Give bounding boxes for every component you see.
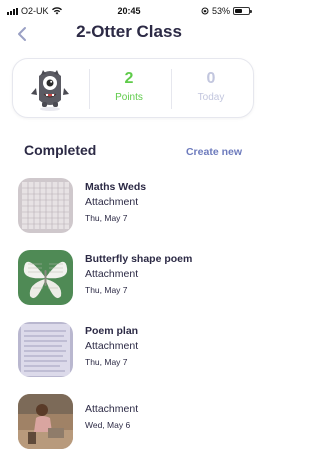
status-bar: O2-UK 20:45 53% [0, 0, 258, 20]
orientation-lock-icon [201, 7, 209, 15]
card-divider [171, 69, 172, 109]
post-title: Maths Weds [85, 181, 147, 193]
points-card: 2 Points 0 Today [12, 58, 254, 118]
attachment-thumbnail [18, 322, 73, 377]
battery-icon [233, 7, 252, 15]
battery-percent: 53% [211, 6, 230, 16]
butterfly-photo-icon [18, 250, 73, 305]
points-value: 2 [124, 70, 134, 87]
today-label: Today [197, 92, 225, 103]
points-label: Points [115, 92, 143, 103]
post-text: Butterfly shape poem Attachment Thu, May… [85, 252, 192, 296]
section-title: Completed [24, 142, 97, 158]
battery-fill [235, 9, 242, 13]
list-item[interactable]: Attachment Wed, May 6 [18, 394, 248, 450]
post-type: Attachment [85, 196, 139, 208]
today-value: 0 [206, 70, 216, 87]
lined-paper-photo-icon [18, 322, 73, 377]
points-stat: 2 Points [94, 69, 164, 105]
card-divider [89, 69, 90, 109]
post-text: Poem plan Attachment Thu, May 7 [85, 324, 138, 368]
monster-avatar-icon [31, 70, 69, 111]
list-item[interactable]: Maths Weds Attachment Thu, May 7 [18, 178, 248, 234]
post-type: Attachment [85, 340, 139, 352]
post-date: Thu, May 7 [85, 213, 128, 223]
status-right: 53% [201, 6, 252, 16]
attachment-thumbnail [18, 394, 73, 449]
post-type: Attachment [85, 268, 139, 280]
post-type: Attachment [85, 403, 139, 415]
list-item[interactable]: Butterfly shape poem Attachment Thu, May… [18, 250, 248, 306]
post-date: Thu, May 7 [85, 285, 128, 295]
post-text: Attachment Wed, May 6 [85, 396, 138, 431]
post-date: Wed, May 6 [85, 420, 131, 430]
post-date: Thu, May 7 [85, 357, 128, 367]
attachment-thumbnail [18, 250, 73, 305]
today-stat: 0 Today [176, 69, 246, 105]
post-title: Poem plan [85, 325, 139, 337]
page-title: 2-Otter Class [76, 22, 182, 41]
attachment-thumbnail [18, 178, 73, 233]
worksheet-photo-icon [18, 178, 73, 233]
list-item[interactable]: Poem plan Attachment Thu, May 7 [18, 322, 248, 378]
post-title: Butterfly shape poem [85, 253, 193, 265]
avatar[interactable] [27, 66, 73, 112]
create-new-link[interactable]: Create new [186, 146, 242, 158]
post-text: Maths Weds Attachment Thu, May 7 [85, 180, 146, 224]
child-outdoor-photo-icon [18, 394, 73, 449]
